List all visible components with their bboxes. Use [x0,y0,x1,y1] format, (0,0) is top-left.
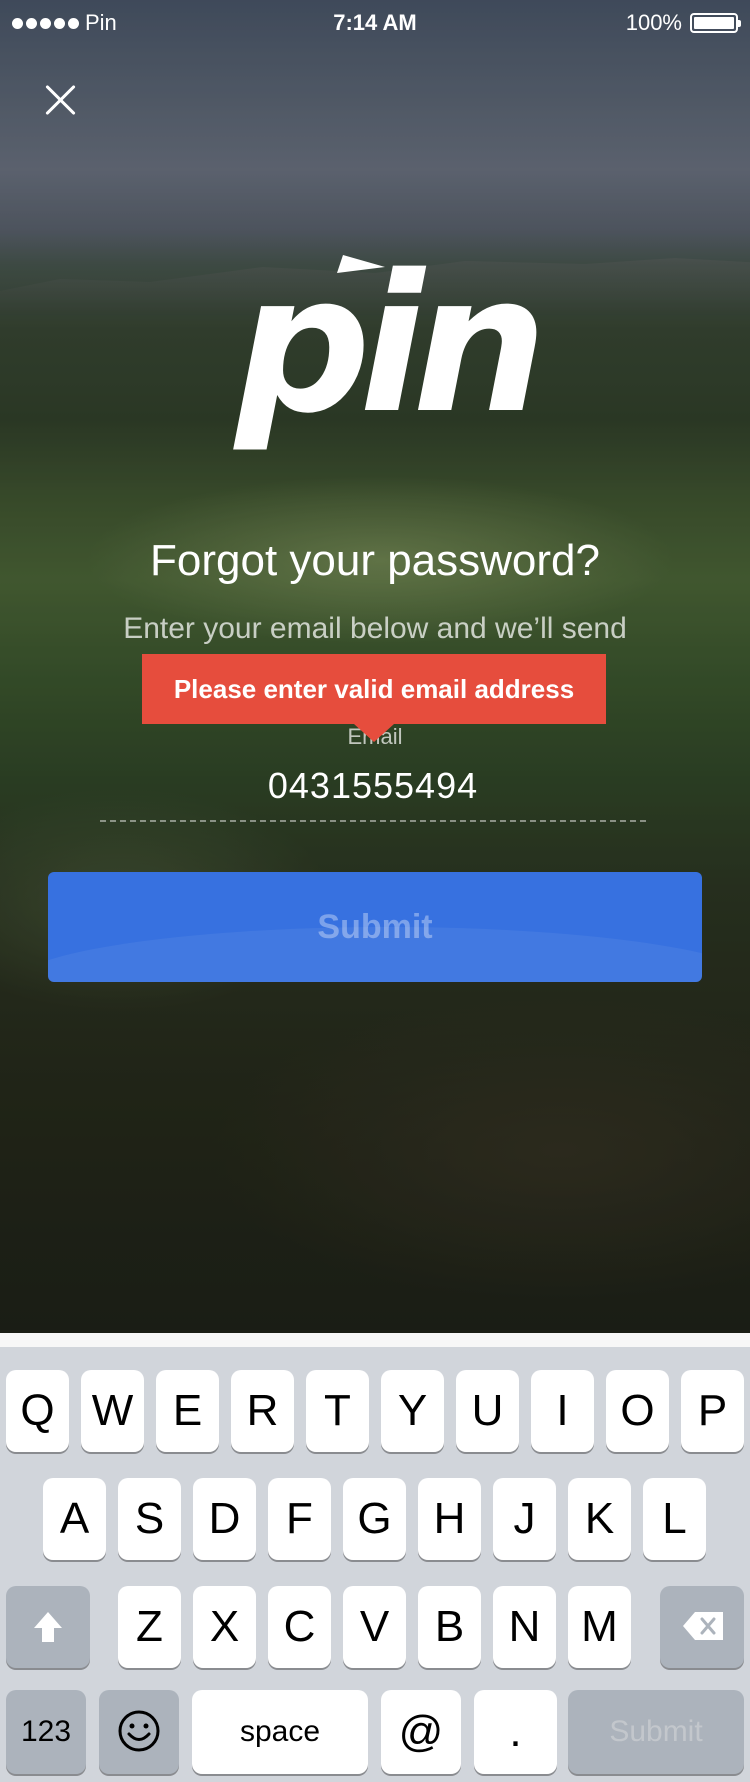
key-l[interactable]: L [643,1478,706,1560]
shift-icon [34,1612,62,1642]
battery-icon [690,13,741,33]
key-t[interactable]: T [306,1370,369,1452]
status-bar: Pin 7:14 AM 100% [0,0,750,44]
keyboard: Q W E R T Y U I O P A S D F G H J K L Z … [0,1333,750,1782]
key-b[interactable]: B [418,1586,481,1668]
emoji-icon [118,1710,160,1752]
key-m[interactable]: M [568,1586,631,1668]
submit-button-label: Submit [317,908,433,946]
key-n[interactable]: N [493,1586,556,1668]
key-d[interactable]: D [193,1478,256,1560]
key-v[interactable]: V [343,1586,406,1668]
space-key[interactable]: space [192,1690,368,1774]
close-icon[interactable] [40,80,80,120]
key-g[interactable]: G [343,1478,406,1560]
logo-text: pin [235,234,547,455]
keyboard-submit-key[interactable]: Submit [568,1690,744,1774]
key-c[interactable]: C [268,1586,331,1668]
email-underline [100,820,646,822]
at-key[interactable]: @ [381,1690,461,1774]
key-k[interactable]: K [568,1478,631,1560]
key-u[interactable]: U [456,1370,519,1452]
submit-button[interactable]: Submit [48,872,702,982]
key-i[interactable]: I [531,1370,594,1452]
key-o[interactable]: O [606,1370,669,1452]
key-a[interactable]: A [43,1478,106,1560]
period-key[interactable]: . [474,1690,557,1774]
key-p[interactable]: P [681,1370,744,1452]
status-right: 100% [625,10,741,36]
key-j[interactable]: J [493,1478,556,1560]
key-q[interactable]: Q [6,1370,69,1452]
shift-key[interactable] [6,1586,90,1668]
keyboard-top-strip [0,1333,750,1347]
key-x[interactable]: X [193,1586,256,1668]
key-s[interactable]: S [118,1478,181,1560]
delete-key[interactable] [660,1586,744,1668]
key-r[interactable]: R [231,1370,294,1452]
numbers-key[interactable]: 123 [6,1690,86,1774]
email-field[interactable] [100,760,646,812]
emoji-key[interactable] [99,1690,179,1774]
key-h[interactable]: H [418,1478,481,1560]
key-y[interactable]: Y [381,1370,444,1452]
key-f[interactable]: F [268,1478,331,1560]
key-z[interactable]: Z [118,1586,181,1668]
pin-logo: pin [225,245,547,445]
key-w[interactable]: W [81,1370,144,1452]
error-tooltip: Please enter valid email address [142,654,606,742]
backspace-icon [683,1612,723,1640]
page-subtitle: Enter your email below and we’ll send [123,612,627,645]
battery-percentage: 100% [625,10,682,35]
page-title: Forgot your password? [150,536,600,585]
key-e[interactable]: E [156,1370,219,1452]
